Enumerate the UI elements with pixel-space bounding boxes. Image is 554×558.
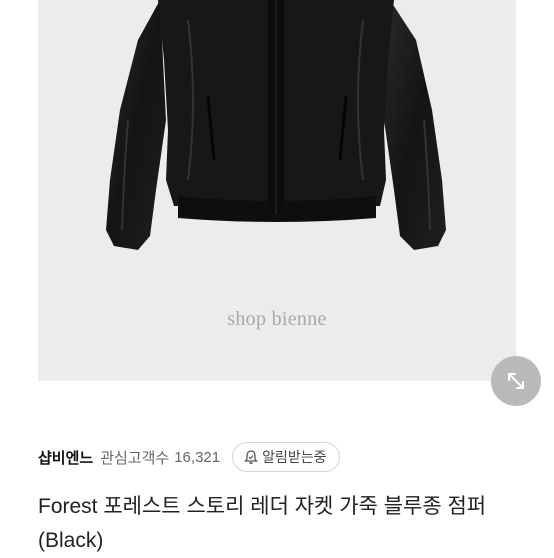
follower-label: 관심고객수: [100, 449, 170, 467]
product-image[interactable]: shop bienne: [38, 0, 516, 381]
bell-icon: [243, 449, 259, 465]
watermark: shop bienne: [227, 308, 327, 330]
expand-arrows-icon: [508, 373, 524, 389]
product-title: Forest 포레스트 스토리 레더 자켓 가죽 블루종 점퍼 (Black): [38, 495, 487, 552]
zoom-button[interactable]: [491, 356, 541, 406]
shop-info-row: 샵비엔느 관심고객수 16,321 알림받는중: [38, 440, 554, 474]
notification-label: 알림받는중: [262, 449, 327, 465]
follower-count: 16,321: [174, 448, 221, 466]
notification-toggle-button[interactable]: 알림받는중: [232, 442, 340, 472]
shop-name[interactable]: 샵비엔느: [38, 447, 93, 468]
